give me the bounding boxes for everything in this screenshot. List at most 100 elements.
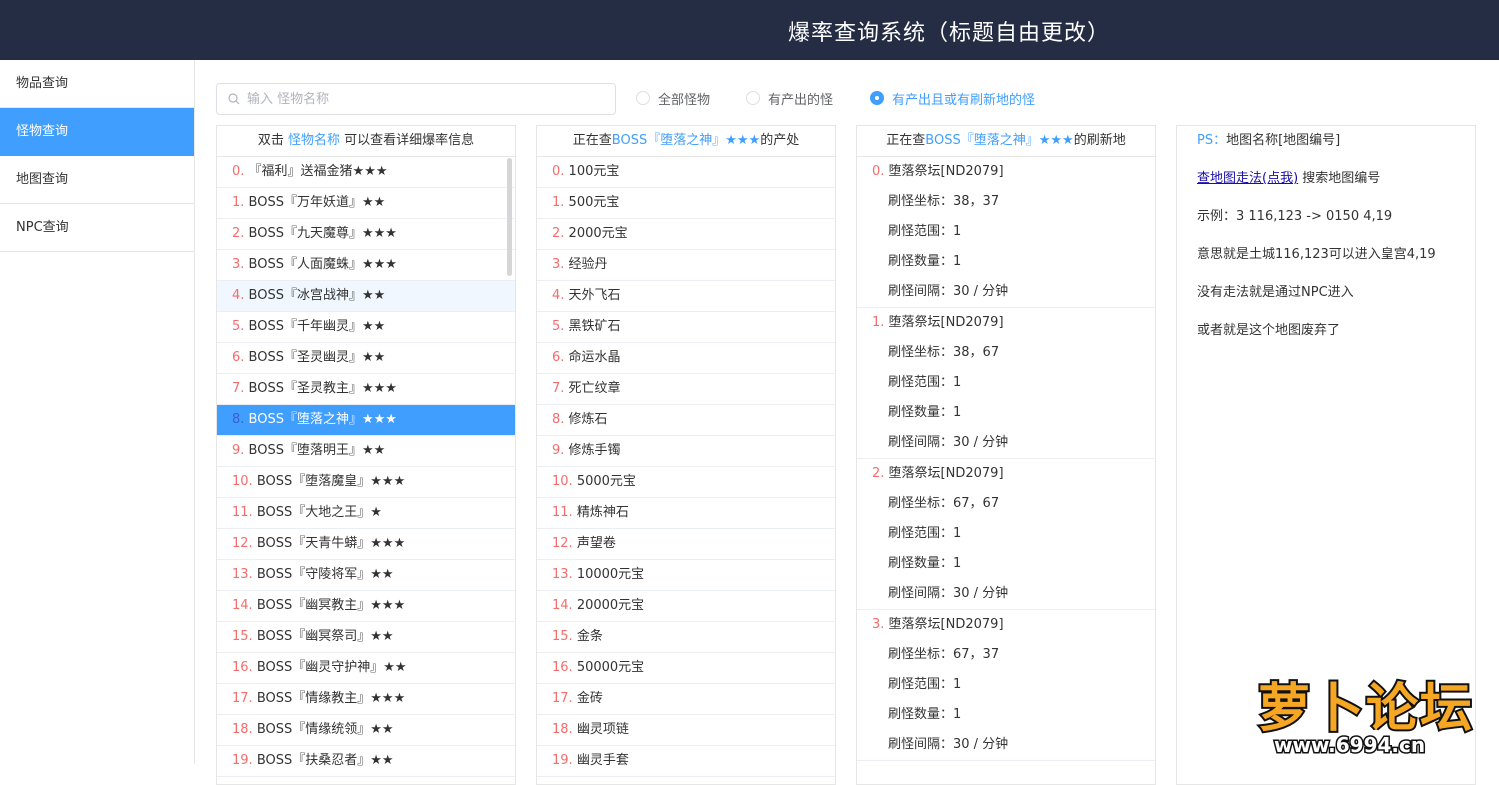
link-after-text: 搜索地图编号: [1298, 171, 1381, 186]
row-index: 14.: [552, 598, 573, 613]
drop-row[interactable]: 10. 5000元宝: [537, 467, 835, 498]
monster-row[interactable]: 16. BOSS『幽灵守护神』★★: [217, 653, 515, 684]
spawn-coord: 刷怪坐标：67，37: [888, 647, 1000, 662]
info-example: 示例：3 116,123 -> 0150 4,19: [1197, 209, 1393, 224]
drop-row[interactable]: 7. 死亡纹章: [537, 374, 835, 405]
search-input[interactable]: [247, 84, 607, 114]
spawn-interval: 刷怪间隔：30 / 分钟: [888, 737, 1009, 752]
drop-row[interactable]: 19. 幽灵手套: [537, 746, 835, 777]
monster-name: BOSS『冰宫战神』★★: [248, 288, 386, 303]
monster-row[interactable]: 9. BOSS『堕落明王』★★: [217, 436, 515, 467]
spawn-map[interactable]: 3. 堕落祭坛[ND2079]: [857, 610, 1155, 640]
spawn-map[interactable]: 2. 堕落祭坛[ND2079]: [857, 459, 1155, 489]
item-name: 5000元宝: [576, 474, 636, 489]
filter-all-monsters[interactable]: 全部怪物: [636, 88, 710, 108]
item-name: 幽灵项链: [576, 722, 629, 737]
item-name: 修炼手镯: [568, 443, 621, 458]
row-index: 9.: [552, 443, 565, 458]
row-index: 13.: [232, 567, 253, 582]
monster-list: 0. 『福利』送福金猪★★★ 1. BOSS『万年妖道』★★ 2. BOSS『九天魔…: [217, 157, 515, 777]
header-highlight: BOSS『堕落之神』★★★: [925, 133, 1074, 148]
spawn-count: 刷怪数量：1: [888, 556, 962, 571]
map-route-link[interactable]: 查地图走法(点我): [1197, 171, 1298, 186]
sidebar-item-monsters[interactable]: 怪物查询: [0, 108, 194, 156]
header-text: 可以查看详细爆率信息: [340, 133, 475, 148]
filter-with-drops-or-spawns[interactable]: 有产出且或有刷新地的怪: [870, 88, 1035, 108]
monster-row[interactable]: 6. BOSS『圣灵幽灵』★★: [217, 343, 515, 374]
row-index: 13.: [552, 567, 573, 582]
drop-row[interactable]: 0. 100元宝: [537, 157, 835, 188]
row-index: 4.: [232, 288, 245, 303]
drop-row[interactable]: 2. 2000元宝: [537, 219, 835, 250]
spawn-map[interactable]: 1. 堕落祭坛[ND2079]: [857, 308, 1155, 338]
monster-row[interactable]: 1. BOSS『万年妖道』★★: [217, 188, 515, 219]
drop-row[interactable]: 5. 黑铁矿石: [537, 312, 835, 343]
row-index: 19.: [232, 753, 253, 768]
search-icon: [228, 93, 240, 105]
monster-row[interactable]: 13. BOSS『守陵将军』★★: [217, 560, 515, 591]
monster-row[interactable]: 12. BOSS『天青牛蟒』★★★: [217, 529, 515, 560]
monster-row[interactable]: 8. BOSS『堕落之神』★★★: [217, 405, 515, 436]
monster-row[interactable]: 11. BOSS『大地之王』★: [217, 498, 515, 529]
map-name: 堕落祭坛[ND2079]: [888, 315, 1004, 330]
monster-row[interactable]: 2. BOSS『九天魔尊』★★★: [217, 219, 515, 250]
sidebar-item-items[interactable]: 物品查询: [0, 60, 194, 108]
monster-row[interactable]: 19. BOSS『扶桑忍者』★★: [217, 746, 515, 777]
monster-row[interactable]: 14. BOSS『幽冥教主』★★★: [217, 591, 515, 622]
row-index: 17.: [552, 691, 573, 706]
drop-row[interactable]: 4. 天外飞石: [537, 281, 835, 312]
drop-row[interactable]: 17. 金砖: [537, 684, 835, 715]
drops-panel: 正在查BOSS『堕落之神』★★★的产处 0. 100元宝 1. 500元宝 2. 2…: [536, 125, 836, 785]
monster-name: BOSS『九天魔尊』★★★: [248, 226, 397, 241]
sidebar-item-maps[interactable]: 地图查询: [0, 156, 194, 204]
spawn-group: 1. 堕落祭坛[ND2079] 刷怪坐标：38，67 刷怪范围：1 刷怪数量：1 刷怪间…: [857, 308, 1155, 459]
monster-row[interactable]: 3. BOSS『人面魔蛛』★★★: [217, 250, 515, 281]
row-index: 18.: [552, 722, 573, 737]
sidebar: 物品查询 怪物查询 地图查询 NPC查询: [0, 60, 195, 764]
drop-row[interactable]: 18. 幽灵项链: [537, 715, 835, 746]
row-index: 16.: [232, 660, 253, 675]
monster-row[interactable]: 18. BOSS『情缘统领』★★: [217, 715, 515, 746]
monster-row[interactable]: 15. BOSS『幽冥祭司』★★: [217, 622, 515, 653]
sidebar-item-npc[interactable]: NPC查询: [0, 204, 194, 252]
drop-row[interactable]: 9. 修炼手镯: [537, 436, 835, 467]
spawn-coord: 刷怪坐标：38，37: [888, 194, 1000, 209]
monster-list-scrollbar[interactable]: [507, 158, 512, 276]
row-index: 3.: [872, 617, 885, 632]
row-index: 5.: [552, 319, 565, 334]
drop-row[interactable]: 13. 10000元宝: [537, 560, 835, 591]
header-text: 双击: [257, 133, 288, 148]
monster-name: BOSS『千年幽灵』★★: [248, 319, 386, 334]
drop-row[interactable]: 8. 修炼石: [537, 405, 835, 436]
filter-with-drops[interactable]: 有产出的怪: [746, 88, 833, 108]
drop-row[interactable]: 14. 20000元宝: [537, 591, 835, 622]
monster-name: BOSS『圣灵幽灵』★★: [248, 350, 386, 365]
spawn-map[interactable]: 0. 堕落祭坛[ND2079]: [857, 157, 1155, 187]
drop-row[interactable]: 15. 金条: [537, 622, 835, 653]
drop-row[interactable]: 12. 声望卷: [537, 529, 835, 560]
drop-row[interactable]: 6. 命运水晶: [537, 343, 835, 374]
header-text: 正在查: [572, 133, 612, 148]
item-name: 20000元宝: [576, 598, 645, 613]
monster-row[interactable]: 7. BOSS『圣灵教主』★★★: [217, 374, 515, 405]
monster-name: BOSS『万年妖道』★★: [248, 195, 386, 210]
spawn-count: 刷怪数量：1: [888, 707, 962, 722]
monster-row[interactable]: 10. BOSS『堕落魔皇』★★★: [217, 467, 515, 498]
drop-row[interactable]: 3. 经验丹: [537, 250, 835, 281]
drop-row[interactable]: 1. 500元宝: [537, 188, 835, 219]
spawn-interval: 刷怪间隔：30 / 分钟: [888, 586, 1009, 601]
spawn-count: 刷怪数量：1: [888, 405, 962, 420]
row-index: 15.: [232, 629, 253, 644]
drop-row[interactable]: 16. 50000元宝: [537, 653, 835, 684]
row-index: 2.: [552, 226, 565, 241]
monster-name: BOSS『堕落明王』★★: [248, 443, 386, 458]
info-meaning: 意思就是土城116,123可以进入皇宫4,19: [1197, 247, 1436, 262]
monster-row[interactable]: 0. 『福利』送福金猪★★★: [217, 157, 515, 188]
drop-row[interactable]: 11. 精炼神石: [537, 498, 835, 529]
monster-row[interactable]: 17. BOSS『情缘教主』★★★: [217, 684, 515, 715]
item-name: 100元宝: [568, 164, 620, 179]
monster-row[interactable]: 4. BOSS『冰宫战神』★★: [217, 281, 515, 312]
monster-row[interactable]: 5. BOSS『千年幽灵』★★: [217, 312, 515, 343]
spawn-interval: 刷怪间隔：30 / 分钟: [888, 435, 1009, 450]
info-abandoned: 或者就是这个地图废弃了: [1197, 323, 1341, 338]
